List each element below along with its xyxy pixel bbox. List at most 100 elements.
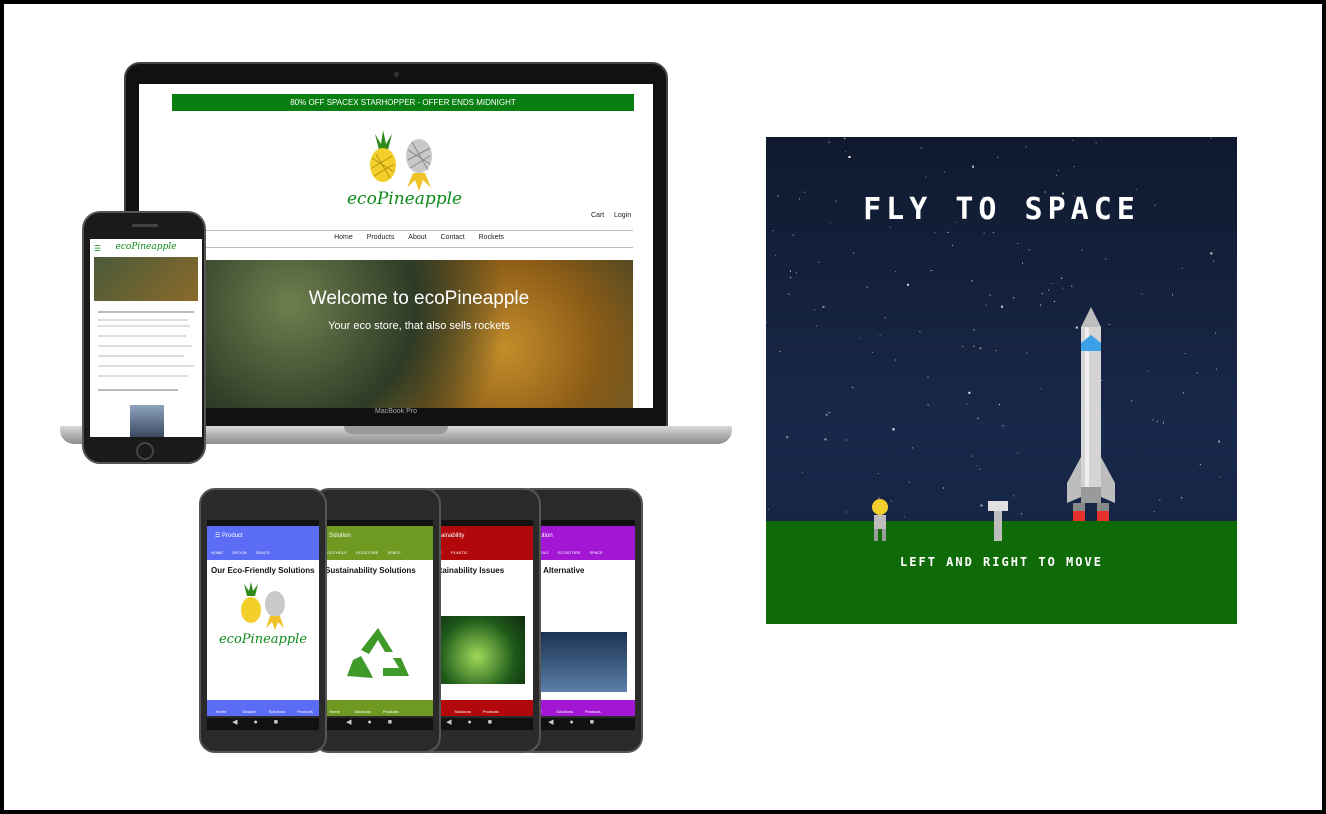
tab-item[interactable]: ECOSTORE (558, 550, 580, 555)
star (1048, 289, 1050, 291)
nav-item-products[interactable]: Products (367, 234, 395, 241)
star (1141, 293, 1143, 295)
star (973, 345, 975, 347)
star (907, 283, 910, 286)
bottom-nav-item[interactable]: Products (377, 700, 404, 714)
bottom-nav-item[interactable]: Solutions (449, 700, 476, 714)
star (890, 500, 892, 502)
app-bar: ☰ Product (207, 526, 319, 546)
iphone-text-line (98, 319, 188, 321)
bottom-nav-item[interactable]: Sustain (235, 700, 263, 714)
iphone-speaker (132, 224, 158, 227)
star (1013, 495, 1015, 497)
tab-item[interactable]: HOME (211, 550, 223, 555)
star (1181, 267, 1183, 269)
star (892, 428, 895, 431)
phone-screen: Solution TOOTHOLE ECOSTORE SPACE Sustain… (321, 520, 433, 716)
iphone-text-line (98, 375, 188, 377)
star (995, 350, 997, 352)
star (792, 234, 794, 236)
login-link[interactable]: Login (614, 212, 631, 219)
astronaut-sprite (872, 499, 888, 541)
hero-title: Welcome to ecoPineapple (308, 288, 530, 309)
star (976, 465, 978, 467)
star (866, 286, 868, 288)
nav-item-contact[interactable]: Contact (441, 234, 465, 241)
star (788, 293, 790, 295)
star (942, 487, 944, 489)
star (828, 141, 830, 143)
launch-tower-sprite (988, 501, 1008, 541)
phone-screen: ☰ Product HOME SPOON SHACS Our Eco-Frien… (207, 520, 319, 716)
game-canvas[interactable]: FLY TO SPACE LEFT AND RIGHT TO MOVE (766, 137, 1237, 624)
bottom-nav: Home Sustain Solutions Products (207, 700, 319, 716)
bottom-nav-item[interactable]: Solutions (263, 700, 291, 714)
tab-item[interactable]: TOOTHOLE (325, 550, 347, 555)
star (1163, 422, 1164, 424)
bottom-nav-item[interactable]: Products (291, 700, 319, 714)
system-nav-bar[interactable]: ◀●■ (321, 718, 433, 730)
hamburger-icon[interactable]: ☰ (215, 533, 222, 539)
star (828, 412, 830, 414)
star (802, 471, 804, 473)
hero-banner: Welcome to ecoPineapple Your eco store, … (205, 260, 633, 408)
logo-text: ecoPineapple (218, 632, 308, 647)
star (979, 468, 981, 470)
nav-item-rockets[interactable]: Rockets (479, 234, 504, 241)
bottom-nav-item[interactable]: Solutions (551, 700, 578, 714)
rocket-sprite (1067, 307, 1115, 521)
star (1210, 137, 1212, 139)
star (943, 171, 945, 173)
iphone-text-line (98, 325, 190, 327)
recycle-icon (347, 628, 409, 678)
bottom-nav-item[interactable]: Solutions (349, 700, 376, 714)
star (1159, 499, 1161, 501)
star (853, 252, 855, 254)
star (1156, 420, 1158, 422)
star (1040, 304, 1042, 306)
cart-link[interactable]: Cart (591, 212, 604, 219)
bottom-nav-item[interactable]: Home (207, 700, 235, 714)
bottom-nav-item[interactable]: Products (477, 700, 504, 714)
star (1210, 252, 1213, 255)
star (1051, 283, 1053, 284)
nav-item-about[interactable]: About (408, 234, 426, 241)
tab-item[interactable]: PLASTIC (451, 550, 468, 555)
star (790, 277, 792, 279)
star (920, 147, 922, 149)
app-bar-title: Product (222, 533, 243, 539)
pineapple-logo-icon (241, 582, 285, 630)
star (1073, 166, 1075, 168)
hero-subtitle: Your eco store, that also sells rockets (328, 320, 510, 332)
app-bar-title: Solution (321, 526, 433, 546)
nav-divider-top (205, 230, 633, 231)
tab-item[interactable]: SHACS (256, 550, 270, 555)
promo-banner[interactable]: 80% OFF SPACEX STARHOPPER - OFFER ENDS M… (172, 94, 634, 111)
star (919, 330, 921, 332)
star (1081, 249, 1083, 251)
star (1002, 425, 1004, 427)
laptop-camera (394, 72, 399, 77)
star (971, 280, 973, 282)
game-controls-hint: LEFT AND RIGHT TO MOVE (900, 555, 1103, 569)
iphone-home-button[interactable] (136, 442, 154, 460)
system-nav-bar[interactable]: ◀●■ (207, 718, 319, 730)
star (845, 439, 847, 441)
site-logo[interactable]: ecoPineapple (347, 128, 463, 214)
star (1172, 294, 1173, 296)
tab-item[interactable]: SPACE (388, 550, 401, 555)
iphone-text-line (98, 389, 178, 391)
logo-text: ecoPineapple (347, 189, 463, 209)
star (786, 436, 789, 439)
star (816, 325, 818, 327)
star (968, 391, 971, 394)
star (1219, 476, 1221, 478)
tab-item[interactable]: SPOON (232, 550, 246, 555)
nav-item-home[interactable]: Home (334, 234, 353, 241)
bottom-nav-item[interactable]: Products (579, 700, 606, 714)
star (824, 438, 827, 441)
tab-item[interactable]: SPACE (590, 550, 603, 555)
tab-item[interactable]: ECOSTORE (356, 550, 378, 555)
star (927, 376, 929, 378)
star (1021, 513, 1023, 515)
